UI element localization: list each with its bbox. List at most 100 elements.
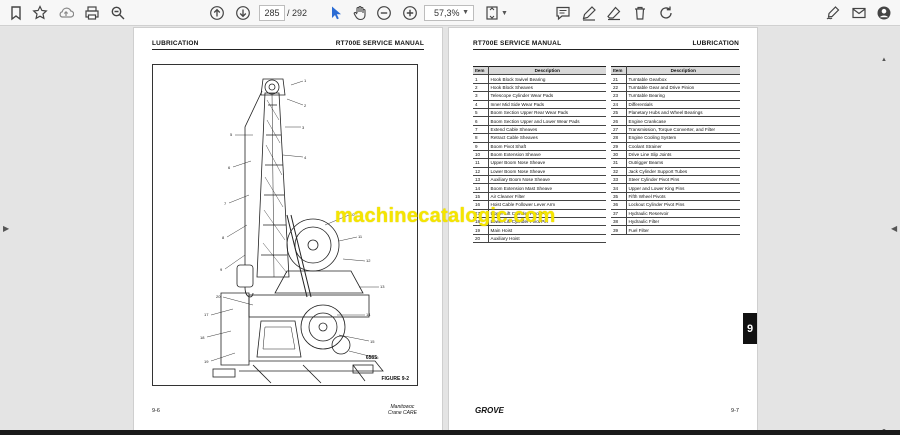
zoom-out-icon[interactable] (374, 3, 394, 23)
mail-icon[interactable] (849, 3, 869, 23)
right-header-section: LUBRICATION (692, 40, 739, 47)
item-description: Turntable Bearing (626, 91, 740, 101)
document-viewer[interactable]: ▶ ◀ LUBRICATION RT700E SERVICE MANUAL 1 … (0, 27, 900, 435)
page-total: / 292 (287, 8, 308, 18)
highlighter-icon[interactable] (579, 3, 599, 23)
pdf-page-right: RT700E SERVICE MANUAL LUBRICATION Item D… (448, 27, 758, 432)
item-description: Upper and Lower King Pins (626, 183, 740, 193)
table-row: 33 Steer Cylinder Pivot Pins (611, 175, 740, 185)
table-row: 22 Turntable Gear and Drive Pinion (611, 83, 740, 93)
table-row: 15 Air Cleaner Filter (473, 192, 606, 202)
item-description: Differentials (626, 100, 740, 109)
item-number: 20 (473, 234, 489, 244)
svg-text:1: 1 (304, 78, 307, 83)
item-description: Outrigger Beams (626, 158, 740, 168)
edit-sign-icon[interactable] (823, 3, 843, 23)
item-number: 12 (473, 167, 489, 177)
item-number: 23 (611, 91, 627, 101)
vertical-scrollbar[interactable]: ▲ ▼ (878, 57, 890, 435)
table-row: 27 Transmission, Torque Converter, and Fi… (611, 125, 740, 135)
left-header-section: LUBRICATION (152, 40, 199, 47)
collapse-left-icon[interactable]: ▶ (3, 224, 9, 233)
item-number: 26 (611, 116, 627, 126)
comment-icon[interactable] (553, 3, 573, 23)
svg-text:14: 14 (366, 312, 371, 317)
item-description: Hydraulic Filter (626, 217, 740, 227)
table-row: 6 Boom Section Upper and Lower Wear Pads (473, 116, 606, 126)
cursor-icon[interactable] (326, 3, 346, 23)
table-row: 9 Boom Pivot Shaft (473, 142, 606, 151)
page-number-input[interactable]: 285 (259, 5, 285, 21)
item-description: Boom Pivot Shaft (488, 142, 606, 151)
item-number: 5 (473, 108, 489, 118)
table-row: 11 Upper Boom Nose Sheave (473, 158, 606, 168)
table-row: 36 Lockout Cylinder Pivot Pins (611, 200, 740, 210)
svg-text:8: 8 (222, 235, 225, 240)
item-description: Inner Mid Side Wear Pads (488, 100, 606, 109)
cloud-upload-icon[interactable] (56, 3, 76, 23)
fit-page-chevron-icon[interactable]: ▼ (501, 10, 508, 17)
item-description: Telescope Cylinder Wear Pads (488, 91, 606, 101)
item-number: 4 (473, 100, 489, 109)
star-icon[interactable] (30, 3, 50, 23)
item-description: Extend Cable Sheaves (488, 125, 606, 135)
collapse-right-icon[interactable]: ◀ (891, 224, 897, 233)
svg-text:5: 5 (230, 132, 233, 137)
scroll-up-icon[interactable]: ▲ (881, 57, 887, 63)
table-row: 3 Telescope Cylinder Wear Pads (473, 91, 606, 101)
table-row: 2 Hook Block Sheaves (473, 83, 606, 93)
zoom-icon[interactable] (108, 3, 128, 23)
item-number: 31 (611, 158, 627, 168)
item-description: Steer Cylinder Pivot Pins (626, 175, 740, 185)
account-icon[interactable] (874, 3, 894, 23)
table-row: 35 Fifth Wheel Pivots (611, 192, 740, 202)
item-number: 29 (611, 142, 627, 151)
hand-icon[interactable] (350, 3, 370, 23)
item-number: 27 (611, 125, 627, 135)
item-number: 38 (611, 217, 627, 227)
table-row: 13 Auxiliary Boom Nose Sheave (473, 175, 606, 185)
eraser-icon[interactable] (604, 3, 624, 23)
trash-icon[interactable] (630, 3, 650, 23)
item-number: 11 (473, 158, 489, 168)
section-tab: 9 (743, 313, 757, 344)
figure-id: 6585 (365, 355, 377, 361)
item-number: 36 (611, 200, 627, 210)
fit-page-icon[interactable] (482, 3, 502, 23)
rotate-icon[interactable] (656, 3, 676, 23)
right-footer-page: 9-7 (731, 408, 739, 414)
page-up-icon[interactable] (207, 3, 227, 23)
item-number: 35 (611, 192, 627, 202)
zoom-in-icon[interactable] (400, 3, 420, 23)
item-description: Drive Line Slip Joints (626, 150, 740, 160)
pdf-page-left: LUBRICATION RT700E SERVICE MANUAL 1 2 3 … (133, 27, 443, 432)
item-number: 28 (611, 133, 627, 143)
svg-text:4: 4 (304, 155, 307, 160)
print-icon[interactable] (82, 3, 102, 23)
header-rule (473, 49, 739, 50)
item-description: Turntable Gear and Drive Pinion (626, 83, 740, 93)
item-description: Engine Crankcase (626, 116, 740, 126)
item-description: Boom Extension Sheave (488, 150, 606, 160)
lubrication-table-2: Item Description 21 Turntable Gearbox 22 Tu… (611, 65, 740, 235)
bookmark-icon[interactable] (6, 3, 26, 23)
item-number: 8 (473, 133, 489, 143)
item-description: Lockout Cylinder Pivot Pins (626, 200, 740, 210)
item-number: 6 (473, 116, 489, 126)
table-row: 31 Outrigger Beams (611, 158, 740, 168)
item-number: 21 (611, 74, 627, 84)
zoom-select[interactable]: 57,3% ▼ (424, 5, 474, 21)
grove-logo: GROVE (475, 406, 504, 415)
item-number: 13 (473, 175, 489, 185)
item-number: 7 (473, 125, 489, 135)
svg-text:17: 17 (204, 312, 209, 317)
table-row: 38 Hydraulic Filter (611, 217, 740, 227)
svg-text:3: 3 (302, 125, 305, 130)
item-description: Lower Boom Nose Sheave (488, 167, 606, 177)
page-down-icon[interactable] (233, 3, 253, 23)
table-row: 12 Lower Boom Nose Sheave (473, 167, 606, 177)
item-description: Engine Cooling System (626, 133, 740, 143)
item-number: 14 (473, 183, 489, 193)
item-description: Transmission, Torque Converter, and Filt… (626, 125, 740, 135)
item-description: Boom Section Upper and Lower Wear Pads (488, 116, 606, 126)
